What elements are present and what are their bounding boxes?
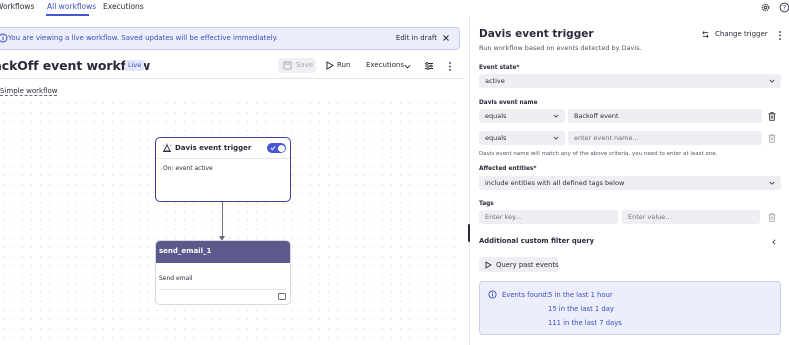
additional-filter-toggle[interactable]: Additional custom filter query: [479, 236, 779, 248]
info-icon: [488, 290, 497, 299]
event-name-value-1: Backoff event: [574, 112, 619, 120]
nav-tab-all-workflows[interactable]: All workflows: [47, 2, 96, 11]
panel-subtitle: Run workflow based on events detected by…: [479, 44, 642, 52]
run-label: Run: [337, 61, 351, 69]
event-name-hint: Davis event name will match any of the a…: [479, 151, 718, 157]
action-node-summary: Send email: [159, 275, 193, 282]
app-root: Workflows All workflows Executions ? You…: [0, 0, 789, 345]
affected-entities-label: Affected entities*: [479, 166, 537, 172]
event-name-placeholder-2: enter event name...: [574, 134, 639, 142]
event-name-operator-select-2[interactable]: equals: [479, 131, 565, 145]
banner-message: You are viewing a live workflow. Saved u…: [8, 34, 278, 42]
events-found-day: 15 in the last 1 day: [548, 305, 614, 313]
trash-icon[interactable]: [768, 112, 776, 121]
close-icon[interactable]: [441, 33, 451, 43]
chevron-down-icon: [769, 79, 775, 83]
event-name-input-1[interactable]: Backoff event: [568, 109, 762, 123]
chevron-down-icon: [553, 114, 559, 118]
status-badge: Live: [125, 60, 145, 71]
query-past-events-button[interactable]: Query past events: [479, 257, 559, 272]
check-icon: [270, 146, 276, 151]
operator-value-1: equals: [485, 112, 507, 120]
settings-sliders-icon[interactable]: [424, 61, 434, 71]
save-button[interactable]: Save: [278, 58, 316, 73]
tags-label: Tags: [479, 201, 494, 207]
events-found-label: Events found:: [502, 291, 549, 299]
info-icon: [0, 33, 8, 43]
tag-key-placeholder: Enter key...: [485, 213, 522, 221]
query-past-events-label: Query past events: [496, 260, 559, 269]
event-state-label: Event state*: [479, 65, 520, 71]
event-state-value: active: [485, 77, 505, 85]
gear-icon[interactable]: [760, 2, 771, 13]
events-found-hour: 5 in the last 1 hour: [548, 291, 613, 299]
save-icon: [283, 61, 292, 70]
chevron-down-icon: [769, 181, 775, 185]
swap-icon: [702, 31, 709, 38]
play-icon: [326, 61, 334, 70]
code-icon[interactable]: [278, 293, 286, 300]
top-navigation: Workflows All workflows Executions ?: [0, 0, 789, 16]
tag-key-input[interactable]: Enter key...: [479, 210, 618, 224]
panel-title: Davis event trigger: [479, 28, 594, 40]
executions-dropdown[interactable]: Executions: [366, 60, 414, 72]
toggle-knob: [277, 144, 285, 152]
chevron-down-icon: [553, 136, 559, 140]
action-node[interactable]: send_email_1 Send email: [155, 240, 291, 305]
operator-value-2: equals: [485, 134, 507, 142]
executions-label: Executions: [366, 61, 404, 69]
event-name-operator-select-1[interactable]: equals: [479, 109, 565, 123]
nav-tab-executions[interactable]: Executions: [103, 2, 144, 11]
trigger-node[interactable]: Davis event trigger On: event active: [155, 137, 291, 202]
affected-entities-select[interactable]: include entities with all defined tags b…: [479, 176, 781, 190]
event-state-select[interactable]: active: [479, 74, 781, 88]
more-options-icon[interactable]: [448, 61, 452, 72]
change-trigger-label: Change trigger: [715, 30, 768, 38]
chevron-down-icon: [404, 64, 411, 69]
event-name-input-2[interactable]: enter event name...: [568, 131, 762, 145]
play-icon: [485, 260, 492, 269]
action-node-divider: [159, 289, 286, 290]
change-trigger-button[interactable]: Change trigger: [701, 29, 768, 41]
events-found-box: Events found: 5 in the last 1 hour 15 in…: [479, 281, 781, 335]
additional-filter-label: Additional custom filter query: [479, 237, 595, 245]
affected-entities-value: include entities with all defined tags b…: [485, 179, 625, 187]
tag-value-input[interactable]: Enter value...: [622, 210, 760, 224]
panel-more-options-icon[interactable]: [778, 30, 782, 41]
trash-icon[interactable]: [768, 213, 776, 222]
events-found-week: 111 in the last 7 days: [548, 319, 622, 327]
save-label: Save: [296, 61, 314, 69]
node-connector-line: [222, 202, 223, 239]
action-node-header: send_email_1: [156, 241, 290, 263]
trigger-node-summary: On: event active: [163, 165, 213, 172]
live-workflow-banner: You are viewing a live workflow. Saved u…: [0, 27, 460, 50]
header-divider: [0, 78, 463, 79]
action-node-title: send_email_1: [159, 247, 212, 255]
workflow-description-link[interactable]: Simple workflow: [0, 87, 58, 96]
davis-trigger-icon: [163, 143, 171, 152]
help-icon[interactable]: ?: [779, 2, 789, 13]
event-name-label: Davis event name: [479, 100, 538, 106]
nav-tab-workflows[interactable]: Workflows: [0, 2, 34, 11]
trigger-enabled-toggle[interactable]: [267, 143, 286, 153]
trash-icon[interactable]: [768, 134, 776, 143]
active-tab-indicator: [46, 14, 89, 16]
workflow-canvas[interactable]: [0, 99, 463, 345]
trigger-node-header: Davis event trigger: [156, 138, 290, 159]
trigger-node-title: Davis event trigger: [175, 144, 252, 152]
svg-text:?: ?: [783, 4, 786, 12]
chevron-left-icon: [772, 239, 776, 245]
edit-in-draft-button[interactable]: Edit in draft: [396, 34, 437, 42]
tag-value-placeholder: Enter value...: [628, 213, 672, 221]
